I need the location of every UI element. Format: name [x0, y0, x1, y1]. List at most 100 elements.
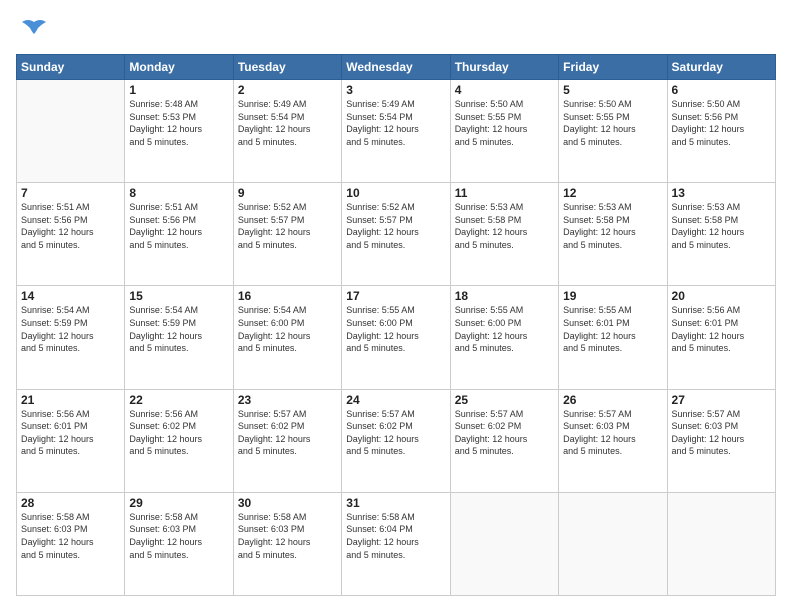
calendar-week-row: 14Sunrise: 5:54 AMSunset: 5:59 PMDayligh…	[17, 286, 776, 389]
day-info: Sunrise: 5:52 AMSunset: 5:57 PMDaylight:…	[238, 201, 337, 251]
day-info: Sunrise: 5:55 AMSunset: 6:00 PMDaylight:…	[346, 304, 445, 354]
day-number: 27	[672, 393, 771, 407]
header	[16, 16, 776, 44]
day-number: 19	[563, 289, 662, 303]
calendar-table: Sunday Monday Tuesday Wednesday Thursday…	[16, 54, 776, 596]
day-info: Sunrise: 5:58 AMSunset: 6:03 PMDaylight:…	[129, 511, 228, 561]
col-wednesday: Wednesday	[342, 55, 450, 80]
day-info: Sunrise: 5:57 AMSunset: 6:02 PMDaylight:…	[238, 408, 337, 458]
day-number: 6	[672, 83, 771, 97]
day-info: Sunrise: 5:55 AMSunset: 6:01 PMDaylight:…	[563, 304, 662, 354]
col-saturday: Saturday	[667, 55, 775, 80]
day-number: 10	[346, 186, 445, 200]
day-info: Sunrise: 5:53 AMSunset: 5:58 PMDaylight:…	[672, 201, 771, 251]
day-number: 30	[238, 496, 337, 510]
calendar-cell: 17Sunrise: 5:55 AMSunset: 6:00 PMDayligh…	[342, 286, 450, 389]
day-info: Sunrise: 5:57 AMSunset: 6:03 PMDaylight:…	[563, 408, 662, 458]
calendar-cell	[17, 80, 125, 183]
day-info: Sunrise: 5:52 AMSunset: 5:57 PMDaylight:…	[346, 201, 445, 251]
day-number: 5	[563, 83, 662, 97]
day-number: 20	[672, 289, 771, 303]
day-info: Sunrise: 5:54 AMSunset: 5:59 PMDaylight:…	[21, 304, 120, 354]
calendar-cell: 27Sunrise: 5:57 AMSunset: 6:03 PMDayligh…	[667, 389, 775, 492]
day-info: Sunrise: 5:58 AMSunset: 6:04 PMDaylight:…	[346, 511, 445, 561]
day-number: 16	[238, 289, 337, 303]
day-info: Sunrise: 5:55 AMSunset: 6:00 PMDaylight:…	[455, 304, 554, 354]
calendar-cell: 4Sunrise: 5:50 AMSunset: 5:55 PMDaylight…	[450, 80, 558, 183]
day-info: Sunrise: 5:58 AMSunset: 6:03 PMDaylight:…	[238, 511, 337, 561]
day-number: 22	[129, 393, 228, 407]
calendar-cell: 28Sunrise: 5:58 AMSunset: 6:03 PMDayligh…	[17, 492, 125, 595]
calendar-cell: 31Sunrise: 5:58 AMSunset: 6:04 PMDayligh…	[342, 492, 450, 595]
calendar-cell: 22Sunrise: 5:56 AMSunset: 6:02 PMDayligh…	[125, 389, 233, 492]
calendar-cell: 6Sunrise: 5:50 AMSunset: 5:56 PMDaylight…	[667, 80, 775, 183]
day-number: 14	[21, 289, 120, 303]
calendar-cell: 8Sunrise: 5:51 AMSunset: 5:56 PMDaylight…	[125, 183, 233, 286]
day-info: Sunrise: 5:48 AMSunset: 5:53 PMDaylight:…	[129, 98, 228, 148]
calendar-cell: 2Sunrise: 5:49 AMSunset: 5:54 PMDaylight…	[233, 80, 341, 183]
day-info: Sunrise: 5:49 AMSunset: 5:54 PMDaylight:…	[238, 98, 337, 148]
calendar-cell: 16Sunrise: 5:54 AMSunset: 6:00 PMDayligh…	[233, 286, 341, 389]
day-info: Sunrise: 5:50 AMSunset: 5:55 PMDaylight:…	[455, 98, 554, 148]
calendar-cell: 23Sunrise: 5:57 AMSunset: 6:02 PMDayligh…	[233, 389, 341, 492]
calendar-cell: 14Sunrise: 5:54 AMSunset: 5:59 PMDayligh…	[17, 286, 125, 389]
calendar-cell: 26Sunrise: 5:57 AMSunset: 6:03 PMDayligh…	[559, 389, 667, 492]
day-number: 28	[21, 496, 120, 510]
calendar-cell: 19Sunrise: 5:55 AMSunset: 6:01 PMDayligh…	[559, 286, 667, 389]
calendar-week-row: 21Sunrise: 5:56 AMSunset: 6:01 PMDayligh…	[17, 389, 776, 492]
day-info: Sunrise: 5:51 AMSunset: 5:56 PMDaylight:…	[129, 201, 228, 251]
day-number: 4	[455, 83, 554, 97]
calendar-week-row: 28Sunrise: 5:58 AMSunset: 6:03 PMDayligh…	[17, 492, 776, 595]
day-number: 31	[346, 496, 445, 510]
calendar-header-row: Sunday Monday Tuesday Wednesday Thursday…	[17, 55, 776, 80]
day-number: 12	[563, 186, 662, 200]
day-number: 26	[563, 393, 662, 407]
calendar-cell: 3Sunrise: 5:49 AMSunset: 5:54 PMDaylight…	[342, 80, 450, 183]
col-friday: Friday	[559, 55, 667, 80]
day-info: Sunrise: 5:56 AMSunset: 6:01 PMDaylight:…	[21, 408, 120, 458]
logo	[16, 16, 48, 44]
day-info: Sunrise: 5:50 AMSunset: 5:55 PMDaylight:…	[563, 98, 662, 148]
col-thursday: Thursday	[450, 55, 558, 80]
day-info: Sunrise: 5:51 AMSunset: 5:56 PMDaylight:…	[21, 201, 120, 251]
calendar-cell: 9Sunrise: 5:52 AMSunset: 5:57 PMDaylight…	[233, 183, 341, 286]
day-number: 25	[455, 393, 554, 407]
day-number: 3	[346, 83, 445, 97]
calendar-cell: 13Sunrise: 5:53 AMSunset: 5:58 PMDayligh…	[667, 183, 775, 286]
page: Sunday Monday Tuesday Wednesday Thursday…	[0, 0, 792, 612]
day-number: 8	[129, 186, 228, 200]
calendar-cell	[667, 492, 775, 595]
calendar-cell: 12Sunrise: 5:53 AMSunset: 5:58 PMDayligh…	[559, 183, 667, 286]
day-info: Sunrise: 5:53 AMSunset: 5:58 PMDaylight:…	[455, 201, 554, 251]
day-number: 18	[455, 289, 554, 303]
calendar-cell: 15Sunrise: 5:54 AMSunset: 5:59 PMDayligh…	[125, 286, 233, 389]
day-number: 13	[672, 186, 771, 200]
day-number: 29	[129, 496, 228, 510]
day-number: 15	[129, 289, 228, 303]
day-info: Sunrise: 5:54 AMSunset: 6:00 PMDaylight:…	[238, 304, 337, 354]
calendar-body: 1Sunrise: 5:48 AMSunset: 5:53 PMDaylight…	[17, 80, 776, 596]
calendar-week-row: 1Sunrise: 5:48 AMSunset: 5:53 PMDaylight…	[17, 80, 776, 183]
day-info: Sunrise: 5:53 AMSunset: 5:58 PMDaylight:…	[563, 201, 662, 251]
calendar-cell: 29Sunrise: 5:58 AMSunset: 6:03 PMDayligh…	[125, 492, 233, 595]
day-number: 2	[238, 83, 337, 97]
day-info: Sunrise: 5:56 AMSunset: 6:02 PMDaylight:…	[129, 408, 228, 458]
day-info: Sunrise: 5:58 AMSunset: 6:03 PMDaylight:…	[21, 511, 120, 561]
day-number: 1	[129, 83, 228, 97]
day-number: 9	[238, 186, 337, 200]
calendar-cell: 7Sunrise: 5:51 AMSunset: 5:56 PMDaylight…	[17, 183, 125, 286]
calendar-cell: 24Sunrise: 5:57 AMSunset: 6:02 PMDayligh…	[342, 389, 450, 492]
day-info: Sunrise: 5:57 AMSunset: 6:02 PMDaylight:…	[455, 408, 554, 458]
calendar-cell: 21Sunrise: 5:56 AMSunset: 6:01 PMDayligh…	[17, 389, 125, 492]
logo-bird-icon	[20, 16, 48, 44]
day-number: 23	[238, 393, 337, 407]
calendar-week-row: 7Sunrise: 5:51 AMSunset: 5:56 PMDaylight…	[17, 183, 776, 286]
day-number: 17	[346, 289, 445, 303]
day-info: Sunrise: 5:56 AMSunset: 6:01 PMDaylight:…	[672, 304, 771, 354]
calendar-cell: 25Sunrise: 5:57 AMSunset: 6:02 PMDayligh…	[450, 389, 558, 492]
day-info: Sunrise: 5:50 AMSunset: 5:56 PMDaylight:…	[672, 98, 771, 148]
col-sunday: Sunday	[17, 55, 125, 80]
day-number: 11	[455, 186, 554, 200]
calendar-cell: 30Sunrise: 5:58 AMSunset: 6:03 PMDayligh…	[233, 492, 341, 595]
col-monday: Monday	[125, 55, 233, 80]
